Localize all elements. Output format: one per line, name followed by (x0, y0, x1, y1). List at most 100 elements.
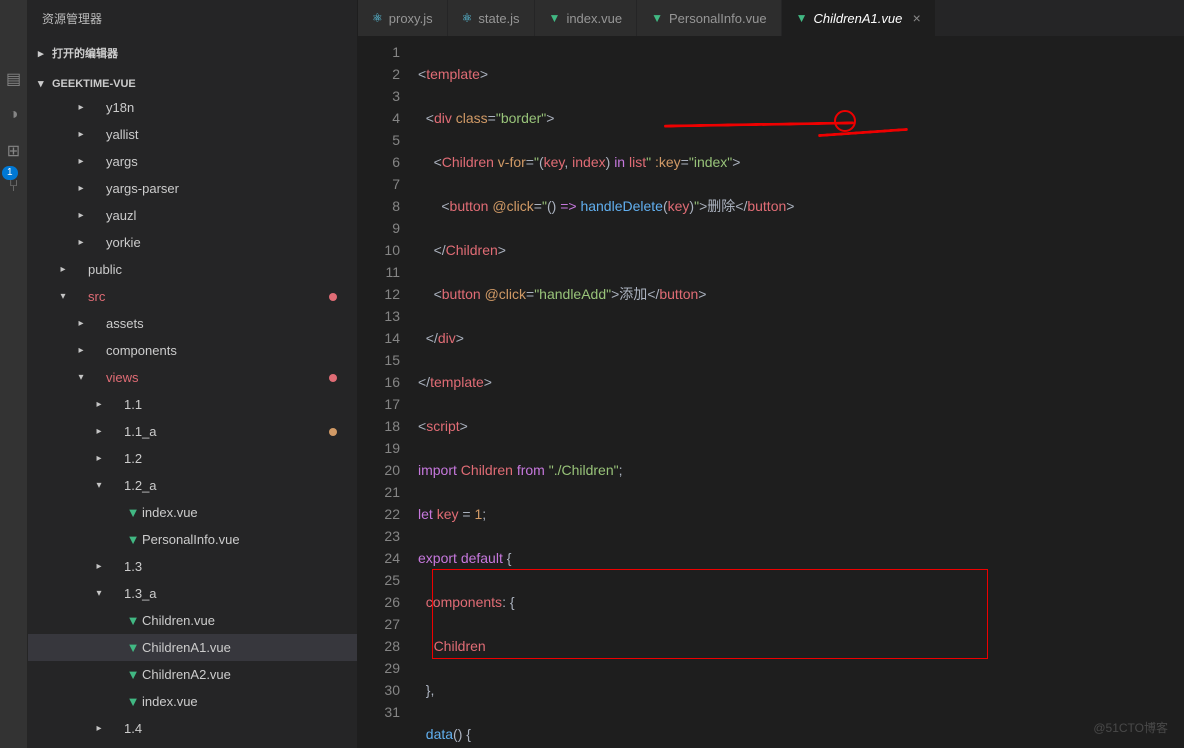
tree-label: public (88, 262, 357, 277)
chevron-icon: ▾ (92, 588, 106, 599)
tree-label: y18n (106, 100, 357, 115)
tree-label: yargs-parser (106, 181, 357, 196)
tree-label: yauzl (106, 208, 357, 223)
modified-dot-icon (329, 428, 337, 436)
tab-label: PersonalInfo.vue (669, 11, 767, 26)
tree-item-views[interactable]: ▾views (28, 364, 357, 391)
debug-icon[interactable]: ◑ (5, 106, 23, 124)
tree-item-public[interactable]: ▸ public (28, 256, 357, 283)
tree-item-1-3_a[interactable]: ▾ 1.3_a (28, 580, 357, 607)
tab-index-vue[interactable]: ▼ index.vue (535, 0, 638, 36)
files-icon[interactable]: ▤ (5, 70, 23, 88)
tree-label: 1.2_a (124, 478, 357, 493)
tree-item-PersonalInfo-vue[interactable]: ▼PersonalInfo.vue (28, 526, 357, 553)
tree-item-src[interactable]: ▾ src (28, 283, 357, 310)
editor-area: ⚛proxy.js⚛state.js ▼ index.vue ▼ PersonalInf… (358, 0, 1184, 748)
tree-label: yallist (106, 127, 357, 142)
tab-proxy-js[interactable]: ⚛proxy.js (358, 0, 448, 36)
tree-label: 1.3 (124, 559, 357, 574)
open-editors-section[interactable]: ▸打开的编辑器 (28, 41, 357, 65)
tree-item-assets[interactable]: ▸ assets (28, 310, 357, 337)
line-gutter: 1234567891011121314151617181920212223242… (358, 36, 418, 748)
tree-label: PersonalInfo.vue (142, 532, 357, 547)
tree-item-components[interactable]: ▸ components (28, 337, 357, 364)
tree-label: ChildrenA2.vue (142, 667, 357, 682)
tab-label: ChildrenA1.vue (813, 11, 902, 26)
tree-item-1-4[interactable]: ▸1.4 (28, 715, 357, 742)
tree-label: components (106, 343, 357, 358)
tree-item-yargs[interactable]: ▸yargs (28, 148, 357, 175)
tab-bar: ⚛proxy.js⚛state.js ▼ index.vue ▼ PersonalInf… (358, 0, 1184, 36)
tree-label: views (106, 370, 329, 385)
tab-PersonalInfo-vue[interactable]: ▼ PersonalInfo.vue (637, 0, 781, 36)
chevron-icon: ▸ (74, 237, 88, 248)
react-icon: ⚛ (462, 11, 473, 25)
code-body[interactable]: <template> <div class="border"> <Childre… (418, 36, 1184, 748)
tree-item-yargs-parser[interactable]: ▸ yargs-parser (28, 175, 357, 202)
chevron-icon: ▸ (74, 345, 88, 356)
tree-label: 1.1_a (124, 424, 329, 439)
explorer-title: 资源管理器 (28, 0, 357, 37)
tree-label: yargs (106, 154, 357, 169)
code-editor[interactable]: 1234567891011121314151617181920212223242… (358, 36, 1184, 748)
extensions-icon[interactable]: ⊞ (5, 142, 23, 160)
tree-item-yauzl[interactable]: ▸ yauzl (28, 202, 357, 229)
close-icon[interactable]: × (912, 10, 920, 26)
annotation-box (432, 569, 988, 659)
chevron-icon: ▸ (74, 102, 88, 113)
tree-item-index-vue[interactable]: ▼index.vue (28, 688, 357, 715)
chevron-icon: ▸ (56, 264, 70, 275)
chevron-icon: ▸ (74, 183, 88, 194)
source-control-icon[interactable]: ⑂ (5, 178, 23, 196)
chevron-icon: ▸ (92, 399, 106, 410)
tree-item-ChildrenA2-vue[interactable]: ▼ChildrenA2.vue (28, 661, 357, 688)
tree-item-1-1[interactable]: ▸ 1.1 (28, 391, 357, 418)
tree-label: Children.vue (142, 613, 357, 628)
react-icon: ⚛ (372, 11, 383, 25)
chevron-icon: ▸ (92, 453, 106, 464)
explorer-sidebar: 资源管理器 ▸打开的编辑器 ▾GEEKTIME-VUE ▸ y18n ▸ yallis… (28, 0, 358, 748)
tree-item-1-3[interactable]: ▸ 1.3 (28, 553, 357, 580)
tree-item-1-1_a[interactable]: ▸ 1.1_a (28, 418, 357, 445)
tab-label: index.vue (566, 11, 622, 26)
tree-item-yorkie[interactable]: ▸ yorkie (28, 229, 357, 256)
tree-label: 1.2 (124, 451, 357, 466)
tree-label: index.vue (142, 694, 357, 709)
tree-item-yallist[interactable]: ▸ yallist (28, 121, 357, 148)
vue-icon: ▼ (124, 694, 142, 709)
tree-label: 1.4 (124, 721, 357, 736)
chevron-icon: ▸ (92, 426, 106, 437)
vue-icon: ▼ (124, 613, 142, 628)
vue-icon: ▼ (124, 505, 142, 520)
project-section[interactable]: ▾GEEKTIME-VUE (28, 73, 357, 94)
vue-icon: ▼ (124, 667, 142, 682)
chevron-icon: ▾ (92, 480, 106, 491)
vue-icon: ▼ (549, 11, 561, 25)
tree-item-ChildrenA1-vue[interactable]: ▼ChildrenA1.vue (28, 634, 357, 661)
tree-item-1-2[interactable]: ▸ 1.2 (28, 445, 357, 472)
tree-item-Children-vue[interactable]: ▼Children.vue (28, 607, 357, 634)
tree-label: assets (106, 316, 357, 331)
chevron-icon: ▸ (74, 210, 88, 221)
chevron-icon: ▾ (56, 291, 70, 302)
tree-label: ChildrenA1.vue (142, 640, 357, 655)
tree-label: 1.3_a (124, 586, 357, 601)
tree-item-y18n[interactable]: ▸ y18n (28, 94, 357, 121)
chevron-icon: ▸ (92, 561, 106, 572)
annotation-circle (834, 110, 856, 132)
tree-label: yorkie (106, 235, 357, 250)
modified-dot-icon (329, 374, 337, 382)
tree-label: src (88, 289, 329, 304)
tree-item-index-vue[interactable]: ▼index.vue (28, 499, 357, 526)
vue-icon: ▼ (124, 640, 142, 655)
vue-icon: ▼ (124, 532, 142, 547)
chevron-icon: ▸ (74, 129, 88, 140)
chevron-icon: ▸ (74, 318, 88, 329)
annotation-underline-2 (818, 128, 908, 137)
tab-ChildrenA1-vue[interactable]: ▼ChildrenA1.vue× (782, 0, 936, 36)
activity-bar: ▤ ◑ ⊞ ⑂ 1 (0, 0, 28, 748)
tree-label: 1.1 (124, 397, 357, 412)
vue-icon: ▼ (651, 11, 663, 25)
tab-state-js[interactable]: ⚛state.js (448, 0, 535, 36)
tree-item-1-2_a[interactable]: ▾ 1.2_a (28, 472, 357, 499)
